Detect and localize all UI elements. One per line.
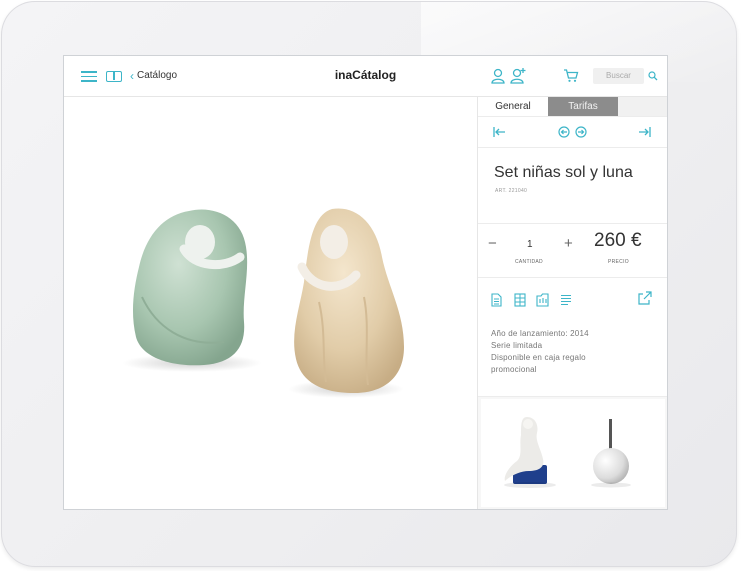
related-products-strip <box>481 399 665 507</box>
search-input[interactable]: Buscar <box>593 68 644 84</box>
tab-bar-filler <box>618 97 667 116</box>
first-page-icon[interactable] <box>493 127 506 137</box>
related-products <box>478 397 667 509</box>
product-title-section: Set niñas sol y luna ART. 221040 <box>478 148 667 224</box>
product-article-code: ART. 221040 <box>495 188 528 194</box>
share-icon[interactable] <box>638 291 652 305</box>
price-label: PRECIO <box>608 259 629 265</box>
gallery-icon[interactable] <box>514 293 526 307</box>
top-bar: ‹ Catálogo inaCátalog Buscar <box>64 56 667 97</box>
add-user-icon[interactable] <box>510 67 527 84</box>
product-photo <box>122 208 404 398</box>
quantity-value[interactable]: 1 <box>527 239 533 250</box>
list-icon[interactable] <box>560 294 572 306</box>
attribute-line: Disponible en caja regalo <box>491 353 586 362</box>
document-icon[interactable] <box>491 293 502 307</box>
related-product-figurine[interactable] <box>499 415 559 489</box>
price-value: 260 € <box>594 230 642 251</box>
product-navigation <box>478 116 667 148</box>
folder-icon[interactable] <box>536 293 549 307</box>
product-detail-panel: General Tarifas Set niñas sol y luna ART… <box>477 97 667 509</box>
quantity-decrease-button[interactable]: − <box>488 235 497 252</box>
tab-tarifas[interactable]: Tarifas <box>548 97 618 116</box>
prev-icon[interactable] <box>558 126 570 138</box>
quantity-label: CANTIDAD <box>515 259 543 265</box>
attribute-line: Año de lanzamiento: 2014 <box>491 329 589 338</box>
user-icon[interactable] <box>491 68 505 84</box>
cart-icon[interactable] <box>563 68 579 83</box>
tab-general[interactable]: General <box>478 97 548 116</box>
product-image-area[interactable] <box>64 97 477 509</box>
last-page-icon[interactable] <box>638 127 651 137</box>
attribute-line: Serie limitada <box>491 341 543 350</box>
quantity-increase-button[interactable]: + <box>564 235 573 252</box>
product-name: Set niñas sol y luna <box>494 164 633 181</box>
next-icon[interactable] <box>575 126 587 138</box>
detail-tabs: General Tarifas <box>478 97 667 116</box>
attribute-line: promocional <box>491 365 537 374</box>
related-product-sphere[interactable] <box>589 419 633 489</box>
quantity-price-section: − 1 CANTIDAD + 260 € PRECIO <box>478 224 667 278</box>
search-icon[interactable] <box>648 71 658 81</box>
product-info-section: Año de lanzamiento: 2014 Serie limitada … <box>478 278 667 397</box>
app-screen: ‹ Catálogo inaCátalog Buscar General Tar… <box>64 56 667 509</box>
